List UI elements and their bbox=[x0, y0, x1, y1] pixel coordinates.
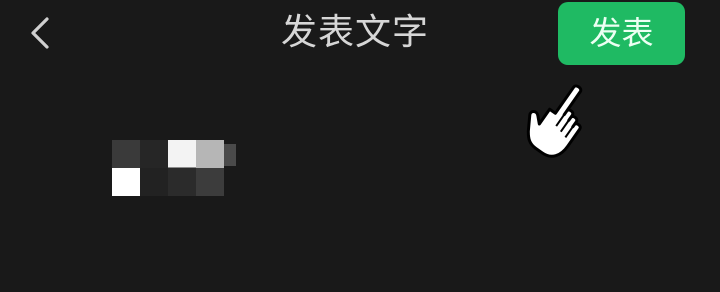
pixelated-mosaic-icon bbox=[112, 140, 236, 198]
publish-button[interactable]: 发表 bbox=[558, 2, 685, 65]
compose-text-screen: 发表文字 发表 bbox=[0, 0, 720, 292]
